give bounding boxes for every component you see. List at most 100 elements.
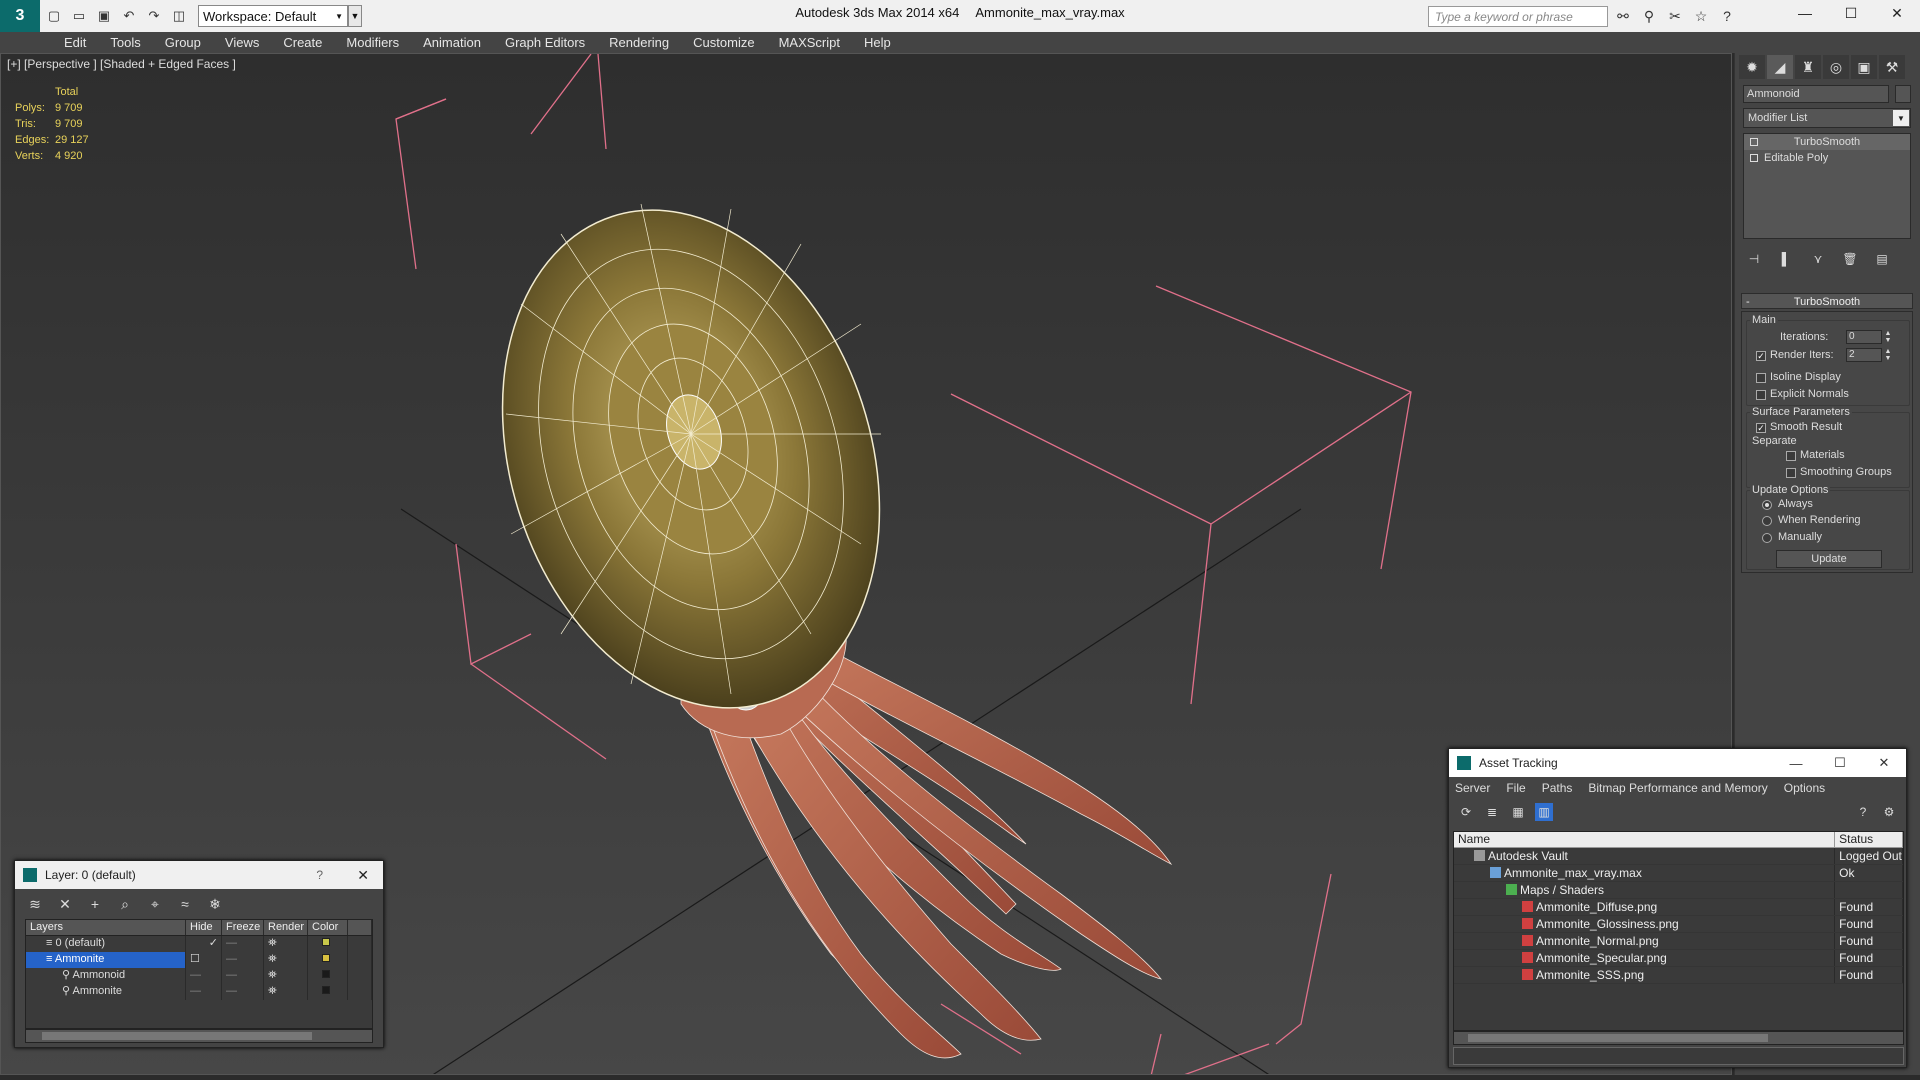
- asset-dialog-titlebar[interactable]: Asset Tracking — ☐ ✕: [1449, 749, 1906, 777]
- help-icon[interactable]: ?: [1854, 803, 1872, 821]
- save-icon[interactable]: ▣: [93, 5, 115, 27]
- menu-graph-editors[interactable]: Graph Editors: [493, 35, 597, 50]
- highlight-layer-icon[interactable]: ⌖: [145, 895, 165, 913]
- make-unique-icon[interactable]: ⋎: [1807, 249, 1829, 269]
- render-iters-checkbox[interactable]: ✓: [1756, 351, 1766, 361]
- asset-row[interactable]: Ammonite_max_vray.max Ok: [1454, 865, 1903, 882]
- spinner-arrows-icon[interactable]: ▲ ▼: [1884, 330, 1892, 344]
- freeze-toggle[interactable]: —: [222, 968, 264, 984]
- menu-options[interactable]: Options: [1784, 781, 1825, 795]
- asset-row[interactable]: Ammonite_Diffuse.png Found: [1454, 899, 1903, 916]
- freeze-toggle[interactable]: —: [222, 952, 264, 968]
- column-header-status[interactable]: Status: [1835, 832, 1903, 847]
- help-icon[interactable]: ?: [1716, 6, 1738, 26]
- color-cell[interactable]: [308, 936, 348, 952]
- materials-checkbox[interactable]: [1786, 451, 1796, 461]
- pin-stack-icon[interactable]: ⊣: [1743, 249, 1765, 269]
- when-rendering-radio[interactable]: [1762, 516, 1772, 526]
- lightbulb-icon[interactable]: [1750, 138, 1758, 146]
- new-file-icon[interactable]: ▢: [43, 5, 65, 27]
- layer-color-swatch[interactable]: [322, 954, 330, 962]
- communication-icon[interactable]: ✂: [1664, 6, 1686, 26]
- refresh-icon[interactable]: ⟳: [1457, 803, 1475, 821]
- hierarchy-tab-icon[interactable]: ♜: [1795, 55, 1821, 79]
- create-tab-icon[interactable]: ✹: [1739, 55, 1765, 79]
- menu-modifiers[interactable]: Modifiers: [334, 35, 411, 50]
- show-end-result-icon[interactable]: ▌: [1775, 249, 1797, 269]
- color-cell[interactable]: [308, 968, 348, 984]
- menu-views[interactable]: Views: [213, 35, 271, 50]
- thumbnail-view-icon[interactable]: ▦: [1509, 803, 1527, 821]
- expand-icon[interactable]: [1750, 154, 1758, 162]
- stack-item-turbosmooth[interactable]: TurboSmooth: [1744, 134, 1910, 150]
- utilities-tab-icon[interactable]: ⚒: [1879, 55, 1905, 79]
- close-icon[interactable]: ✕: [357, 867, 369, 884]
- list-view-icon[interactable]: ≣: [1483, 803, 1501, 821]
- configure-modifier-sets-icon[interactable]: ▤: [1871, 249, 1893, 269]
- horizontal-scrollbar[interactable]: [25, 1029, 373, 1043]
- menu-create[interactable]: Create: [271, 35, 334, 50]
- asset-row[interactable]: Ammonite_SSS.png Found: [1454, 967, 1903, 984]
- horizontal-scrollbar[interactable]: [1453, 1031, 1904, 1045]
- freeze-toggle[interactable]: —: [222, 936, 264, 952]
- layer-row[interactable]: ≡ 0 (default) ✓ — ⛯: [26, 936, 372, 952]
- menu-paths[interactable]: Paths: [1542, 781, 1573, 795]
- rollout-header[interactable]: - TurboSmooth: [1741, 293, 1913, 309]
- maximize-button[interactable]: ☐: [1828, 0, 1874, 26]
- open-file-icon[interactable]: ▭: [68, 5, 90, 27]
- search-input[interactable]: Type a keyword or phrase: [1428, 6, 1608, 27]
- object-color-swatch[interactable]: [322, 970, 330, 978]
- column-header[interactable]: Freeze: [222, 920, 264, 935]
- active-check-icon[interactable]: ✓: [186, 936, 222, 952]
- menu-customize[interactable]: Customize: [681, 35, 766, 50]
- column-header[interactable]: [348, 920, 372, 935]
- render-toggle-icon[interactable]: ⛯: [264, 984, 308, 1000]
- layer-color-swatch[interactable]: [322, 938, 330, 946]
- hide-toggle[interactable]: —: [186, 968, 222, 984]
- menu-animation[interactable]: Animation: [411, 35, 493, 50]
- asset-row[interactable]: Ammonite_Normal.png Found: [1454, 933, 1903, 950]
- favorites-star-icon[interactable]: ☆: [1690, 6, 1712, 26]
- asset-row[interactable]: Ammonite_Glossiness.png Found: [1454, 916, 1903, 933]
- subscription-icon[interactable]: ⚲: [1638, 6, 1660, 26]
- spinner-arrows-icon[interactable]: ▲ ▼: [1884, 348, 1892, 362]
- render-iters-spinner[interactable]: 2: [1846, 348, 1882, 362]
- color-cell[interactable]: [308, 952, 348, 968]
- asset-row[interactable]: Autodesk Vault Logged Out: [1454, 848, 1903, 865]
- stack-item-editable-poly[interactable]: Editable Poly: [1744, 150, 1910, 166]
- scrollbar-thumb[interactable]: [42, 1032, 312, 1040]
- manually-radio[interactable]: [1762, 533, 1772, 543]
- menu-bitmap-performance[interactable]: Bitmap Performance and Memory: [1588, 781, 1767, 795]
- binoculars-icon[interactable]: ⚯: [1612, 6, 1634, 26]
- remove-modifier-icon[interactable]: 🗑: [1839, 249, 1861, 269]
- delete-layer-icon[interactable]: ✕: [55, 895, 75, 913]
- maximize-button[interactable]: ☐: [1818, 749, 1862, 777]
- workspace-arrow-icon[interactable]: ▼: [348, 5, 362, 27]
- isoline-checkbox[interactable]: [1756, 373, 1766, 383]
- update-button[interactable]: Update: [1776, 550, 1882, 568]
- workspace-dropdown[interactable]: Workspace: Default ▼: [198, 5, 348, 27]
- display-tab-icon[interactable]: ▣: [1851, 55, 1877, 79]
- select-objects-icon[interactable]: ⌕: [115, 895, 135, 913]
- minimize-button[interactable]: —: [1774, 749, 1818, 777]
- smoothing-groups-checkbox[interactable]: [1786, 468, 1796, 478]
- column-header-name[interactable]: Name: [1454, 832, 1836, 847]
- menu-server[interactable]: Server: [1455, 781, 1490, 795]
- hide-all-icon[interactable]: ≈: [175, 895, 195, 913]
- menu-tools[interactable]: Tools: [98, 35, 152, 50]
- freeze-toggle[interactable]: —: [222, 984, 264, 1000]
- modify-tab-icon[interactable]: ◢: [1767, 55, 1793, 79]
- asset-row[interactable]: Maps / Shaders: [1454, 882, 1903, 899]
- hide-toggle[interactable]: ☐: [186, 952, 222, 968]
- layer-settings-icon[interactable]: ≋: [25, 895, 45, 913]
- modifier-list-dropdown[interactable]: Modifier List ▼: [1743, 108, 1911, 128]
- table-view-icon[interactable]: ▥: [1535, 803, 1553, 821]
- help-button[interactable]: ?: [316, 868, 323, 882]
- column-header[interactable]: Color: [308, 920, 348, 935]
- layer-object-row[interactable]: ⚲ Ammonoid — — ⛯: [26, 968, 372, 984]
- object-name-field[interactable]: Ammonoid: [1743, 85, 1889, 103]
- always-radio[interactable]: [1762, 500, 1772, 510]
- layer-row-selected[interactable]: ≡ Ammonite ☐ — ⛯: [26, 952, 372, 968]
- column-header[interactable]: Hide: [186, 920, 222, 935]
- redo-icon[interactable]: ↷: [143, 5, 165, 27]
